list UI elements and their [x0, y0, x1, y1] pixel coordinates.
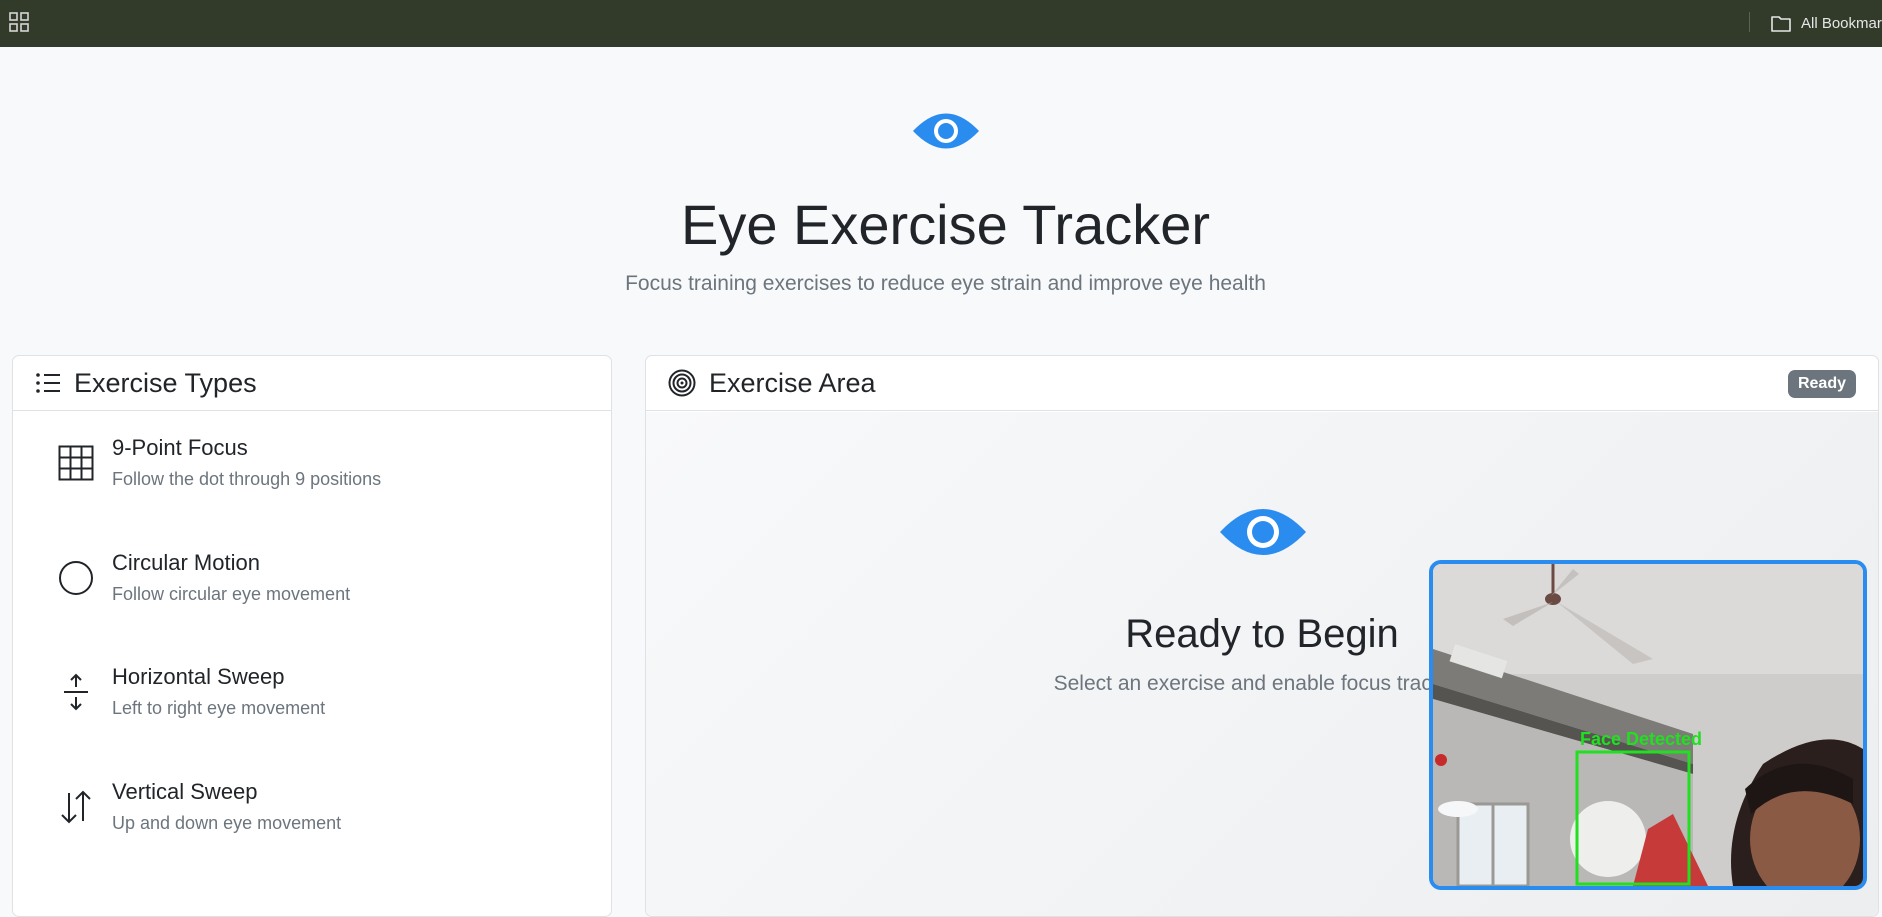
webcam-preview[interactable]: Face Detected	[1429, 560, 1867, 890]
page-title: Eye Exercise Tracker	[680, 193, 1211, 256]
folder-icon	[1771, 16, 1791, 32]
exercise-item-circular-motion[interactable]: Circular Motion Follow circular eye move…	[13, 548, 611, 663]
apps-grid-icon[interactable]	[9, 12, 29, 32]
exercise-name: Circular Motion	[112, 549, 260, 575]
exercise-description: Left to right eye movement	[112, 698, 326, 718]
exercise-description: Follow the dot through 9 positions	[112, 469, 382, 489]
exercise-description: Follow circular eye movement	[112, 583, 351, 604]
exercise-area-header: Exercise Area Ready	[646, 356, 1878, 411]
all-bookmarks-button[interactable]: All Bookmar	[1771, 0, 1882, 47]
exercise-types-header: Exercise Types	[13, 356, 611, 411]
all-bookmarks-label: All Bookmar	[1801, 15, 1882, 32]
grid-icon	[54, 441, 98, 485]
list-icon	[36, 373, 60, 393]
status-badge: Ready	[1787, 370, 1856, 398]
bullseye-icon	[668, 369, 696, 397]
exercise-list: 9-Point Focus Follow the dot through 9 p…	[13, 411, 611, 891]
face-detected-label: Face Detected	[1580, 729, 1703, 749]
exercise-description: Up and down eye movement	[112, 812, 342, 833]
arrows-expand-icon	[54, 670, 98, 714]
exercise-area-title: Exercise Area	[709, 367, 876, 398]
bookmarks-bar: All Bookmar	[0, 0, 1882, 47]
exercise-item-vertical-sweep[interactable]: Vertical Sweep Up and down eye movement	[13, 777, 611, 892]
eye-icon	[1220, 509, 1306, 555]
circle-icon	[54, 556, 98, 600]
exercise-name: 9-Point Focus	[112, 435, 248, 460]
exercise-name: Horizontal Sweep	[112, 664, 285, 689]
arrows-vertical-icon	[54, 785, 98, 829]
exercise-item-9-point-focus[interactable]: 9-Point Focus Follow the dot through 9 p…	[13, 433, 611, 548]
exercise-types-card: Exercise Types 9-Point Focus Follow the …	[12, 355, 612, 917]
exercise-types-title: Exercise Types	[74, 367, 257, 398]
exercise-name: Vertical Sweep	[112, 778, 258, 804]
page-subtitle: Focus training exercises to reduce eye s…	[625, 272, 1266, 295]
exercise-item-horizontal-sweep[interactable]: Horizontal Sweep Left to right eye movem…	[13, 662, 611, 777]
eye-icon	[913, 113, 979, 149]
toolbar-divider	[1749, 12, 1750, 32]
